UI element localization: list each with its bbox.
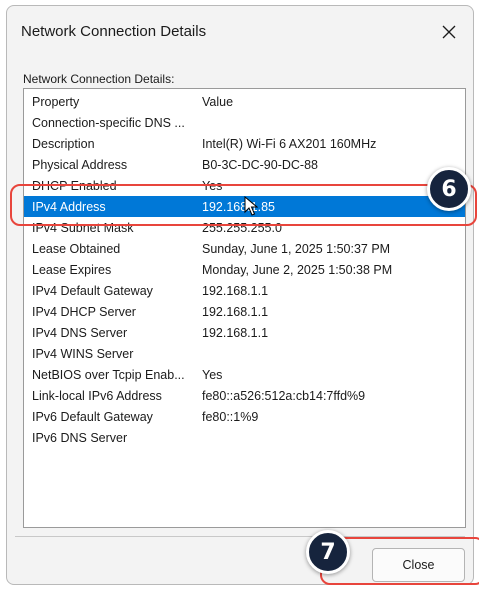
row-property: NetBIOS over Tcpip Enab... — [32, 368, 185, 382]
row-value: 192.168.1.1 — [202, 305, 269, 319]
header-property: Property — [32, 95, 80, 109]
row-property: IPv4 DNS Server — [32, 326, 128, 340]
table-row[interactable]: IPv4 Default Gateway 192.168.1.1 — [24, 280, 465, 301]
row-value: Sunday, June 1, 2025 1:50:37 PM — [202, 242, 391, 256]
header-value: Value — [202, 95, 234, 109]
row-property: IPv6 Default Gateway — [32, 410, 153, 424]
table-row[interactable]: IPv6 Default Gateway fe80::1%9 — [24, 406, 465, 427]
table-row[interactable]: IPv4 DNS Server 192.168.1.1 — [24, 322, 465, 343]
table-row[interactable]: Lease Expires Monday, June 2, 2025 1:50:3… — [24, 259, 465, 280]
row-value: 192.168.1.1 — [202, 326, 269, 340]
mouse-cursor-icon — [244, 196, 258, 216]
table-row[interactable]: Physical Address B0-3C-DC-90-DC-88 — [24, 154, 465, 175]
list-header: Property Value — [24, 91, 465, 112]
table-row[interactable]: Lease Obtained Sunday, June 1, 2025 1:50:… — [24, 238, 465, 259]
row-value: Yes — [202, 368, 223, 382]
row-value: B0-3C-DC-90-DC-88 — [202, 158, 318, 172]
close-window-button[interactable] — [431, 14, 467, 50]
row-value: Intel(R) Wi-Fi 6 AX201 160MHz — [202, 137, 377, 151]
row-property: IPv4 WINS Server — [32, 347, 134, 361]
row-property: Connection-specific DNS ... — [32, 116, 185, 130]
table-row[interactable]: Link-local IPv6 Address fe80::a526:512a:c… — [24, 385, 465, 406]
row-property: Lease Obtained — [32, 242, 121, 256]
dialog-title: Network Connection Details — [21, 23, 207, 40]
table-row[interactable]: IPv6 DNS Server — [24, 427, 465, 448]
row-value: Monday, June 2, 2025 1:50:38 PM — [202, 263, 393, 277]
row-property: Link-local IPv6 Address — [32, 389, 162, 403]
row-property: IPv4 Default Gateway — [32, 284, 153, 298]
row-value: fe80::a526:512a:cb14:7ffd%9 — [202, 389, 366, 403]
step-7-badge: 7 — [306, 530, 350, 574]
table-row[interactable]: IPv4 DHCP Server 192.168.1.1 — [24, 301, 465, 322]
row-property: IPv6 DNS Server — [32, 431, 128, 445]
network-connection-details-dialog: Network Connection Details Network Conne… — [6, 5, 474, 585]
row-value: 192.168.1.1 — [202, 284, 269, 298]
row-property: Description — [32, 137, 95, 151]
table-row[interactable]: IPv4 WINS Server — [24, 343, 465, 364]
row-property: IPv4 DHCP Server — [32, 305, 136, 319]
table-row[interactable]: Description Intel(R) Wi-Fi 6 AX201 160MHz — [24, 133, 465, 154]
details-list[interactable]: Property Value Connection-specific DNS .… — [23, 88, 466, 528]
close-icon — [442, 25, 456, 39]
row-value: fe80::1%9 — [202, 410, 259, 424]
step-6-badge: 6 — [427, 167, 471, 211]
title-bar: Network Connection Details — [7, 6, 473, 56]
row-property: Lease Expires — [32, 263, 112, 277]
group-label: Network Connection Details: — [23, 72, 175, 86]
table-row[interactable]: NetBIOS over Tcpip Enab... Yes — [24, 364, 465, 385]
row-property: Physical Address — [32, 158, 128, 172]
table-row[interactable]: Connection-specific DNS ... — [24, 112, 465, 133]
